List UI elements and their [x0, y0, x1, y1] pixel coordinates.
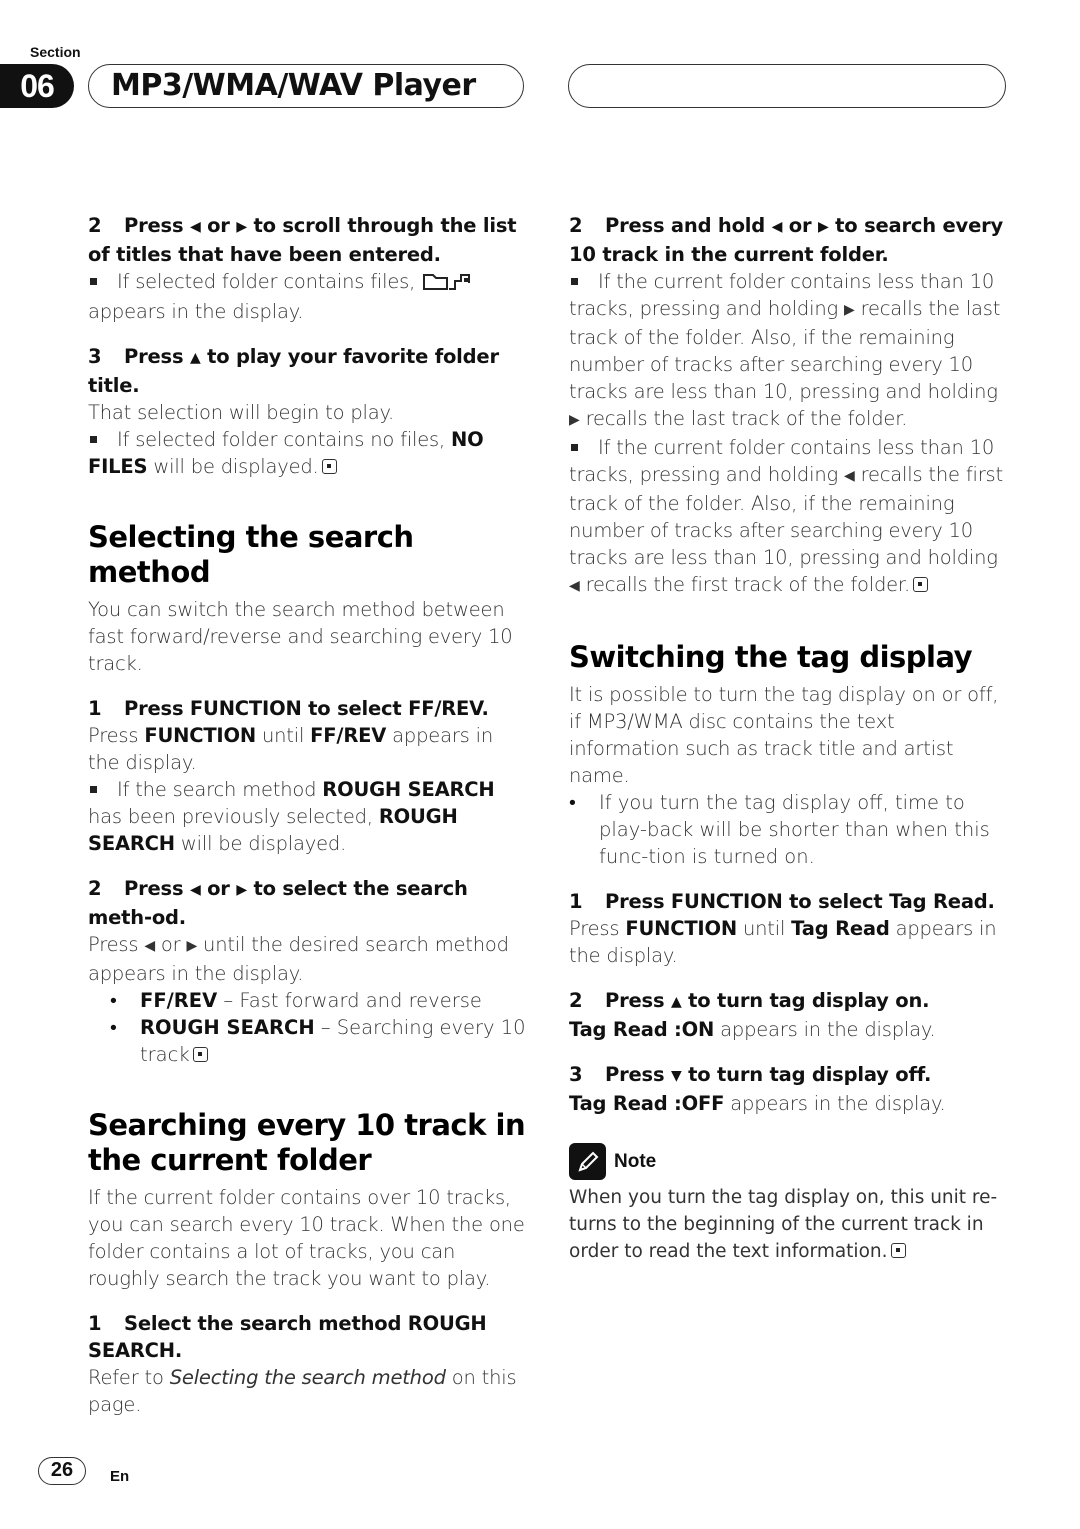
- right-arrow-icon: ▶: [236, 882, 247, 898]
- right-arrow-icon: ▶: [844, 302, 855, 318]
- step-heading: 1 Press FUNCTION to select FF/REV.: [88, 697, 489, 720]
- square-bullet-icon: [90, 785, 97, 793]
- cross-reference-link[interactable]: Selecting the search method: [170, 1366, 446, 1389]
- step-heading: 1 Select the search method ROUGH SEARCH.: [88, 1312, 487, 1362]
- down-arrow-icon: ▼: [670, 1068, 682, 1084]
- body-text: That selection will begin to play.: [88, 401, 395, 424]
- bullet-icon: •: [110, 989, 117, 1012]
- up-arrow-icon: ▲: [670, 994, 682, 1010]
- end-mark-icon: [321, 459, 337, 474]
- pencil-note-icon: [569, 1143, 606, 1180]
- section-heading: Selecting the search method: [88, 520, 414, 589]
- body-text: Tag Read :ON appears in the display.: [569, 1018, 936, 1041]
- bullet-item: • If you turn the tag display off, time …: [569, 791, 990, 868]
- end-mark-icon: [912, 577, 928, 592]
- section-heading: Searching every 10 track in the current …: [88, 1108, 526, 1177]
- note-text: When you turn the tag display on, this u…: [569, 1187, 998, 1262]
- step-heading: 2 Press ◀ or ▶ to select the search meth-…: [88, 877, 468, 929]
- bullet-icon: •: [569, 791, 576, 814]
- option-list-item: • ROUGH SEARCH – Searching every 10 trac…: [110, 1016, 526, 1066]
- step-heading: 3 Press ▼ to turn tag display off.: [569, 1063, 932, 1086]
- section-heading: Switching the tag display: [569, 640, 973, 674]
- right-arrow-icon: ▶: [236, 219, 247, 235]
- body-text: Press FUNCTION until Tag Read appears in…: [569, 917, 997, 967]
- body-text: Press FUNCTION until FF/REV appears in t…: [88, 724, 493, 774]
- body-text: If the current folder contains over 10 t…: [88, 1186, 525, 1290]
- bullet-icon: •: [110, 1016, 117, 1039]
- up-arrow-icon: ▲: [189, 350, 201, 366]
- square-bullet-icon: [571, 277, 578, 285]
- language-code: En: [110, 1468, 130, 1485]
- right-arrow-icon: ▶: [818, 219, 829, 235]
- step-heading: 2 Press ◀ or ▶ to scroll through the list…: [88, 214, 517, 266]
- left-arrow-icon: ◀: [569, 578, 580, 594]
- folder-icon: [423, 271, 475, 298]
- left-arrow-icon: ◀: [771, 219, 783, 235]
- body-text: Refer to Selecting the search method on …: [88, 1366, 517, 1416]
- left-arrow-icon: ◀: [189, 882, 201, 898]
- step-heading: 3 Press ▲ to play your favorite folder ti…: [88, 345, 499, 397]
- note-header: Note: [569, 1143, 1009, 1180]
- note-label: Note: [614, 1150, 657, 1172]
- section-number-badge: 06: [0, 64, 74, 108]
- step-heading: 1 Press FUNCTION to select Tag Read.: [569, 890, 995, 913]
- right-column: 2 Press and hold ◀ or ▶ to search every 1…: [569, 212, 1009, 1265]
- note-paragraph: If the search method ROUGH SEARCH has be…: [88, 778, 495, 855]
- step-heading: 2 Press and hold ◀ or ▶ to search every 1…: [569, 214, 1004, 266]
- empty-header-pill: [568, 64, 1006, 108]
- end-mark-icon: [192, 1047, 208, 1062]
- left-arrow-icon: ◀: [189, 219, 201, 235]
- body-text: You can switch the search method between…: [88, 598, 513, 675]
- right-arrow-icon: ▶: [569, 412, 580, 428]
- left-arrow-icon: ◀: [144, 938, 155, 954]
- note-paragraph: If selected folder contains files, appea…: [88, 268, 528, 325]
- note-paragraph: If the current folder contains less than…: [569, 436, 1003, 596]
- body-text: It is possible to turn the tag display o…: [569, 683, 999, 787]
- square-bullet-icon: [90, 435, 97, 443]
- body-text: Press ◀ or ▶ until the desired search me…: [88, 933, 509, 985]
- option-list-item: • FF/REV – Fast forward and reverse: [110, 989, 482, 1012]
- page-number: 26: [38, 1457, 86, 1485]
- section-label: Section: [30, 44, 81, 60]
- left-arrow-icon: ◀: [844, 468, 855, 484]
- body-text: Tag Read :OFF appears in the display.: [569, 1092, 946, 1115]
- square-bullet-icon: [571, 443, 578, 451]
- note-paragraph: If selected folder contains no files, NO…: [88, 428, 484, 478]
- right-arrow-icon: ▶: [186, 938, 198, 954]
- chapter-title: MP3/WMA/WAV Player: [88, 64, 524, 108]
- square-bullet-icon: [90, 277, 97, 285]
- end-mark-icon: [890, 1243, 906, 1258]
- step-heading: 2 Press ▲ to turn tag display on.: [569, 989, 930, 1012]
- left-column: 2 Press ◀ or ▶ to scroll through the list…: [88, 212, 528, 1418]
- note-paragraph: If the current folder contains less than…: [569, 270, 1001, 430]
